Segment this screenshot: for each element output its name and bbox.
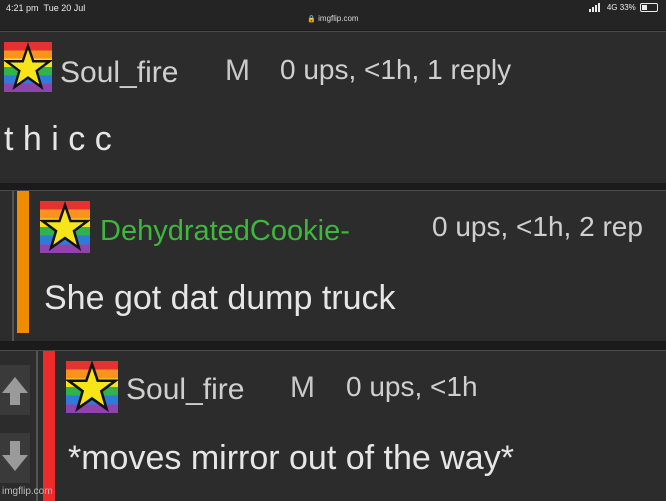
comment-username[interactable]: DehydratedCookie- <box>100 215 350 248</box>
comment-text: She got dat dump truck <box>44 279 396 317</box>
comment-meta: 0 ups, <1h <box>346 371 478 402</box>
comment-meta: 0 ups, <1h, 1 reply <box>280 54 512 85</box>
comment: Soul_fire M 0 ups, <1h, 1 reply t h i c … <box>0 31 666 183</box>
status-indicators: 4G 33% <box>588 3 658 13</box>
downvote-button[interactable] <box>0 433 30 483</box>
thread-line <box>12 191 14 341</box>
lock-icon: 🔒 <box>307 16 317 23</box>
thread-accent-bar <box>43 351 55 501</box>
star-icon <box>40 201 90 252</box>
comment: Soul_fire M 0 ups, <1h *moves mirror out… <box>0 350 666 501</box>
status-time: 4:21 pm Tue 20 Jul <box>6 3 86 13</box>
comment-text: t h i c c <box>4 120 112 158</box>
star-icon <box>4 42 52 91</box>
gender-tag: M <box>290 371 315 404</box>
comment: DehydratedCookie- 0 ups, <1h, 2 rep She … <box>0 190 666 341</box>
watermark: imgflip.com <box>2 486 53 497</box>
battery-icon <box>640 3 658 13</box>
avatar[interactable] <box>40 201 90 253</box>
signal-icon <box>588 3 601 13</box>
avatar[interactable] <box>4 42 52 92</box>
comment-username[interactable]: Soul_fire <box>60 56 178 90</box>
avatar[interactable] <box>66 361 118 413</box>
arrow-up-icon <box>2 377 28 405</box>
thread-accent-bar <box>17 191 29 333</box>
thread-line <box>36 351 38 501</box>
gender-tag: M <box>225 54 250 87</box>
comment-text: *moves mirror out of the way* <box>68 439 514 477</box>
upvote-button[interactable] <box>0 365 30 415</box>
status-bar: 4:21 pm Tue 20 Jul 🔒 imgflip.com 4G 33% <box>0 0 666 30</box>
comment-username[interactable]: Soul_fire <box>126 373 244 407</box>
comment-meta: 0 ups, <1h, 2 rep <box>432 211 643 242</box>
arrow-down-icon <box>2 441 28 471</box>
address-bar[interactable]: 🔒 imgflip.com <box>0 14 666 23</box>
star-icon <box>66 361 118 413</box>
